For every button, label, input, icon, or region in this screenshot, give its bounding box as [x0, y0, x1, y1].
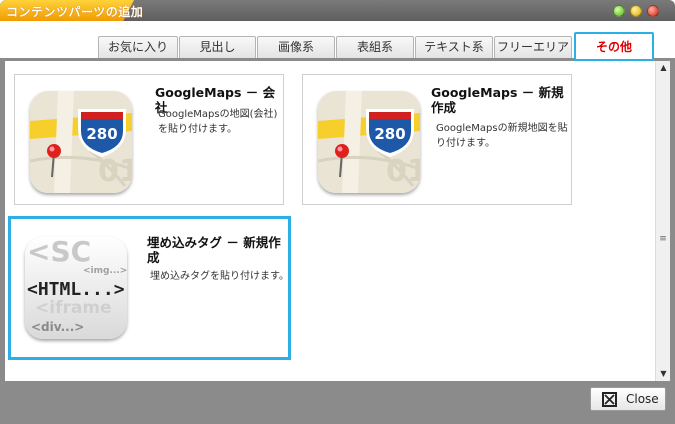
svg-text:<iframe: <iframe: [35, 298, 112, 318]
dialog-footer: Close: [0, 384, 675, 424]
html-tag-label: <HTML...>: [27, 279, 125, 300]
svg-text:<div...>: <div...>: [31, 320, 84, 334]
part-card-googlemaps-new[interactable]: 01 280 GoogleMaps － 新規作成 GoogleMapsの新規地図…: [302, 74, 572, 205]
minimize-button[interactable]: [613, 5, 625, 17]
tab-favorites[interactable]: お気に入り: [98, 36, 178, 58]
svg-text:01: 01: [98, 154, 132, 189]
card-description: GoogleMapsの地図(会社)を貼り付けます。: [158, 109, 278, 135]
tab-tables[interactable]: 表組系: [336, 36, 414, 58]
tab-strip: お気に入り 見出し 画像系 表組系 テキスト系 フリーエリア その他: [0, 21, 675, 61]
svg-text:01: 01: [386, 154, 420, 189]
part-card-googlemaps-company[interactable]: 01 280 GoogleMaps － 会社 GoogleMapsの地図(会社)…: [14, 74, 284, 205]
part-card-embed-tag[interactable]: <SC <img...> <HTML...> <iframe <div...> …: [8, 216, 291, 360]
title-bar: コンテンツパーツの追加: [0, 0, 675, 21]
close-icon: [602, 392, 617, 407]
card-description: 埋め込みタグを貼り付けます。: [150, 271, 289, 282]
html-tag-icon: <SC <img...> <HTML...> <iframe <div...>: [25, 237, 127, 339]
google-maps-icon: 01 280: [30, 91, 132, 193]
tab-other[interactable]: その他: [574, 32, 654, 61]
svg-text:<img...>: <img...>: [83, 266, 127, 276]
tab-text[interactable]: テキスト系: [415, 36, 493, 58]
dialog-window: コンテンツパーツの追加 お気に入り 見出し 画像系 表組系 テキスト系 フリーエ…: [0, 0, 675, 424]
scroll-up-arrow-icon[interactable]: ▲: [656, 61, 671, 75]
close-button[interactable]: Close: [590, 387, 666, 411]
maximize-button[interactable]: [630, 5, 642, 17]
tab-free-area[interactable]: フリーエリア: [494, 36, 572, 58]
close-label: Close: [626, 392, 659, 406]
route-number: 280: [374, 125, 405, 143]
google-maps-icon: 01 280: [318, 91, 420, 193]
card-title: 埋め込みタグ － 新規作成: [147, 235, 281, 265]
card-title: GoogleMaps － 新規作成: [431, 85, 564, 115]
route-number: 280: [86, 125, 117, 143]
vertical-scrollbar[interactable]: ▲ ≡ ▼: [655, 61, 670, 381]
card-description: GoogleMapsの新規地図を貼り付けます。: [436, 123, 568, 149]
tab-headings[interactable]: 見出し: [179, 36, 256, 58]
scroll-down-arrow-icon[interactable]: ▼: [656, 367, 671, 381]
scroll-thumb-grip-icon[interactable]: ≡: [657, 233, 669, 247]
window-title: コンテンツパーツの追加: [6, 5, 144, 19]
svg-text:<SC: <SC: [27, 237, 91, 268]
tab-images[interactable]: 画像系: [257, 36, 335, 58]
window-close-button[interactable]: [647, 5, 659, 17]
parts-panel: 01 280 GoogleMaps － 会社 GoogleMapsの地図(会社)…: [5, 61, 655, 381]
